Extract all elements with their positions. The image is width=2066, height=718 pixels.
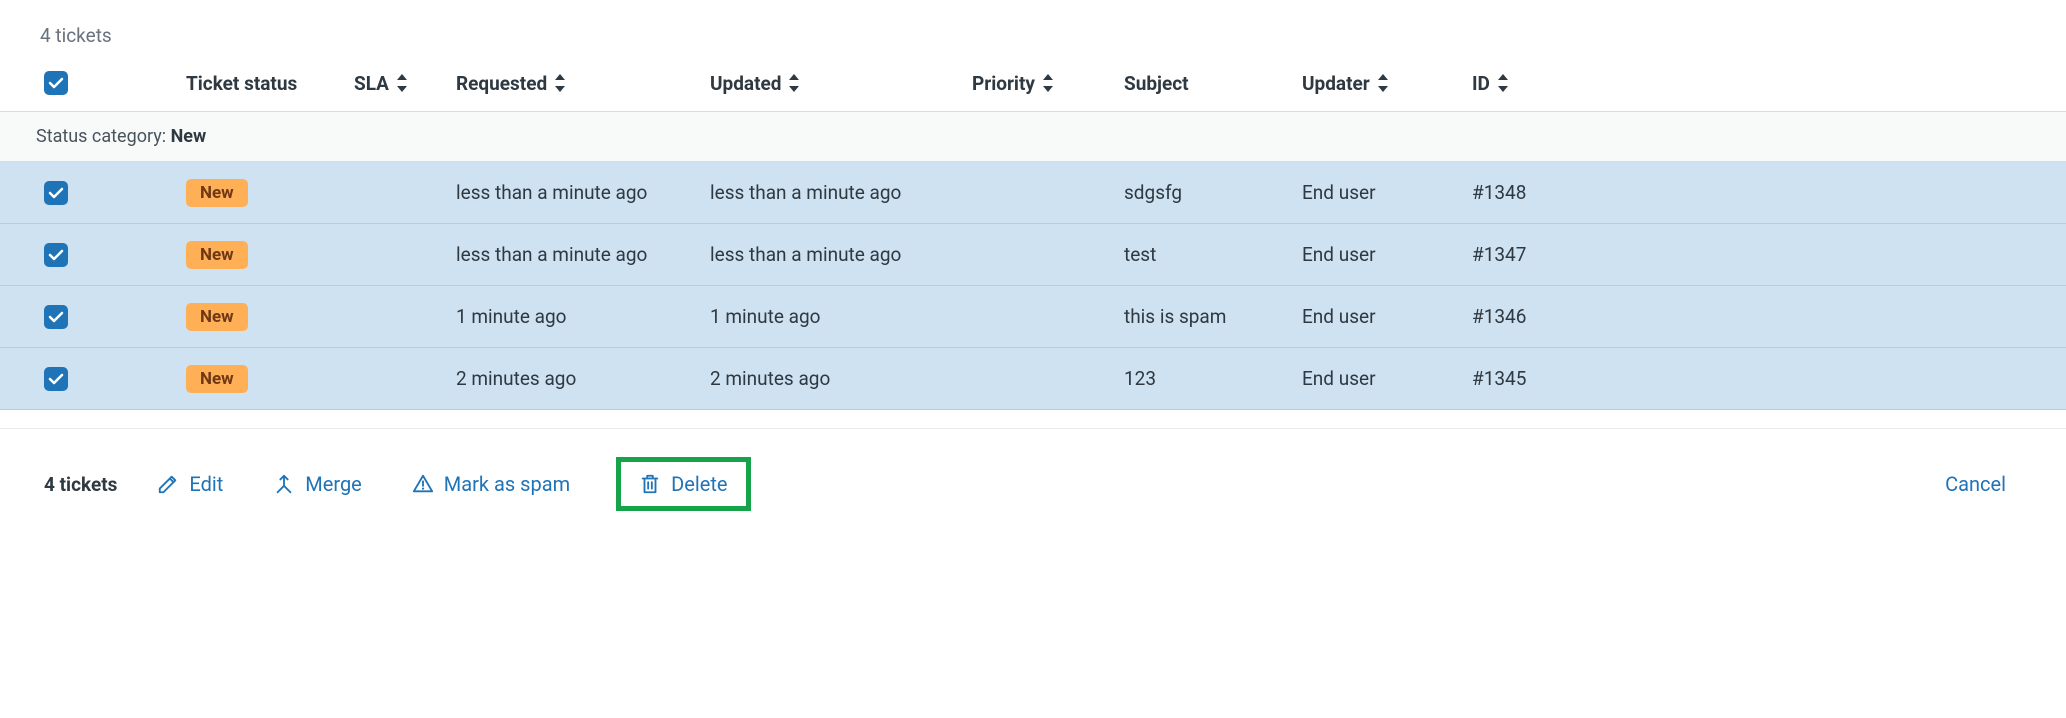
check-icon bbox=[48, 371, 64, 387]
column-header-priority[interactable]: Priority bbox=[972, 72, 1124, 95]
column-header-status[interactable]: Ticket status bbox=[186, 72, 354, 95]
cell-requested: less than a minute ago bbox=[456, 243, 710, 266]
table-row[interactable]: New less than a minute ago less than a m… bbox=[0, 224, 2066, 286]
cell-updated: 2 minutes ago bbox=[710, 367, 972, 390]
sort-icon bbox=[1496, 74, 1510, 92]
sort-icon bbox=[553, 74, 567, 92]
sort-icon bbox=[395, 74, 409, 92]
delete-button[interactable]: Delete bbox=[616, 457, 750, 511]
action-label: Delete bbox=[671, 472, 727, 496]
warning-icon bbox=[412, 473, 434, 495]
column-header-id[interactable]: ID bbox=[1472, 72, 2066, 95]
cell-id: #1348 bbox=[1472, 181, 2066, 204]
action-label: Edit bbox=[189, 472, 223, 496]
sort-icon bbox=[787, 74, 801, 92]
cell-id: #1347 bbox=[1472, 243, 2066, 266]
column-header-label: ID bbox=[1472, 72, 1490, 95]
group-header: Status category: New bbox=[0, 111, 2066, 162]
check-icon bbox=[48, 247, 64, 263]
column-header-requested[interactable]: Requested bbox=[456, 72, 710, 95]
cell-updated: less than a minute ago bbox=[710, 181, 972, 204]
cell-requested: 2 minutes ago bbox=[456, 367, 710, 390]
status-badge: New bbox=[186, 241, 248, 269]
status-badge: New bbox=[186, 303, 248, 331]
check-icon bbox=[48, 309, 64, 325]
group-value: New bbox=[171, 126, 207, 147]
action-bar: 4 tickets Edit Merge Mark as spam Delete… bbox=[0, 428, 2066, 539]
pencil-icon bbox=[157, 473, 179, 495]
cell-updated: less than a minute ago bbox=[710, 243, 972, 266]
action-label: Merge bbox=[305, 472, 362, 496]
ticket-table: Ticket status SLA Requested Updated Prio… bbox=[0, 71, 2066, 410]
cancel-button[interactable]: Cancel bbox=[1945, 472, 2006, 496]
column-header-label: Ticket status bbox=[186, 72, 297, 95]
column-header-label: Updated bbox=[710, 72, 781, 95]
row-checkbox[interactable] bbox=[44, 305, 68, 329]
edit-button[interactable]: Edit bbox=[153, 466, 227, 502]
column-header-label: Priority bbox=[972, 72, 1035, 95]
row-checkbox[interactable] bbox=[44, 181, 68, 205]
column-header-sla[interactable]: SLA bbox=[354, 72, 456, 95]
row-checkbox[interactable] bbox=[44, 243, 68, 267]
cell-updated: 1 minute ago bbox=[710, 305, 972, 328]
sort-icon bbox=[1041, 74, 1055, 92]
row-checkbox[interactable] bbox=[44, 367, 68, 391]
column-header-label: Updater bbox=[1302, 72, 1370, 95]
column-header-label: Subject bbox=[1124, 72, 1189, 95]
cell-updater: End user bbox=[1302, 367, 1472, 390]
cell-updater: End user bbox=[1302, 305, 1472, 328]
cell-subject: 123 bbox=[1124, 367, 1302, 390]
selected-count: 4 tickets bbox=[44, 473, 117, 496]
merge-icon bbox=[273, 473, 295, 495]
cell-id: #1346 bbox=[1472, 305, 2066, 328]
status-badge: New bbox=[186, 179, 248, 207]
table-row[interactable]: New 1 minute ago 1 minute ago this is sp… bbox=[0, 286, 2066, 348]
check-icon bbox=[48, 75, 64, 91]
column-header-updater[interactable]: Updater bbox=[1302, 72, 1472, 95]
cell-subject: this is spam bbox=[1124, 305, 1302, 328]
group-label: Status category: bbox=[36, 126, 171, 147]
cell-requested: less than a minute ago bbox=[456, 181, 710, 204]
merge-button[interactable]: Merge bbox=[269, 466, 366, 502]
trash-icon bbox=[639, 473, 661, 495]
ticket-count-top: 4 tickets bbox=[0, 0, 2066, 71]
cell-id: #1345 bbox=[1472, 367, 2066, 390]
cell-updater: End user bbox=[1302, 181, 1472, 204]
column-header-updated[interactable]: Updated bbox=[710, 72, 972, 95]
column-header-label: SLA bbox=[354, 72, 389, 95]
cell-updater: End user bbox=[1302, 243, 1472, 266]
cell-subject: test bbox=[1124, 243, 1302, 266]
status-badge: New bbox=[186, 365, 248, 393]
select-all-checkbox[interactable] bbox=[44, 71, 68, 95]
cell-subject: sdgsfg bbox=[1124, 181, 1302, 204]
cell-requested: 1 minute ago bbox=[456, 305, 710, 328]
mark-as-spam-button[interactable]: Mark as spam bbox=[408, 466, 574, 502]
check-icon bbox=[48, 185, 64, 201]
table-row[interactable]: New less than a minute ago less than a m… bbox=[0, 162, 2066, 224]
action-label: Mark as spam bbox=[444, 472, 570, 496]
table-row[interactable]: New 2 minutes ago 2 minutes ago 123 End … bbox=[0, 348, 2066, 410]
table-header-row: Ticket status SLA Requested Updated Prio… bbox=[0, 71, 2066, 111]
column-header-subject[interactable]: Subject bbox=[1124, 72, 1302, 95]
sort-icon bbox=[1376, 74, 1390, 92]
column-header-label: Requested bbox=[456, 72, 547, 95]
